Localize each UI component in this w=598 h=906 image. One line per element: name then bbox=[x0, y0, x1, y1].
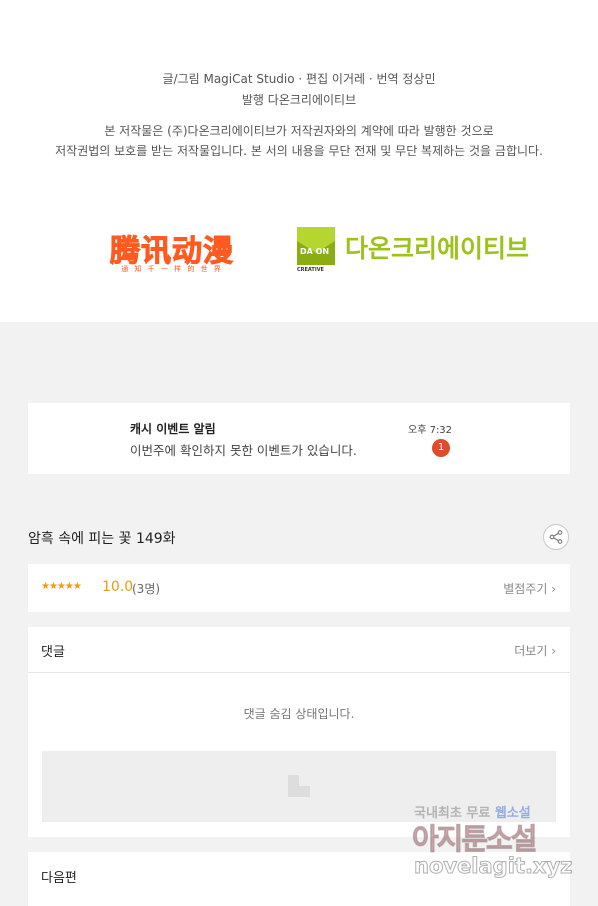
image-placeholder-icon bbox=[288, 775, 310, 797]
daon-mark-shape bbox=[297, 227, 335, 265]
rating-count: (3명) bbox=[132, 582, 161, 596]
credits-authors: 글/그림 MagiCat Studio · 편집 이거레 · 번역 정상민 bbox=[162, 72, 436, 86]
site-watermark: 국내최초 무료 웹소설 아지툰소설 novelagit.xyz bbox=[411, 798, 592, 898]
comments-label: 댓글 bbox=[41, 645, 65, 660]
daon-mark-text: DA ON bbox=[300, 247, 330, 256]
daon-logo-mark: DA ON CREATIVE bbox=[297, 227, 335, 273]
credits-publisher: 발행 다온크리에이티브 bbox=[241, 93, 357, 107]
comments-hidden-message: 댓글 숨김 상태입니다. bbox=[243, 707, 355, 721]
notification-badge: 1 bbox=[432, 439, 450, 457]
notification-time: 오후 7:32 bbox=[408, 425, 453, 436]
credits-section: 글/그림 MagiCat Studio · 편집 이거레 · 번역 정상민 발행… bbox=[0, 0, 598, 322]
tencent-comics-logo: 腾讯动漫 通 知 千 一 样 的 世 界 bbox=[106, 226, 238, 278]
daon-creative-logo: DA ON CREATIVE 다온크리에이티브 bbox=[297, 227, 557, 273]
daon-mark-subtext: CREATIVE bbox=[297, 267, 324, 273]
cash-event-notification[interactable]: 캐시 이벤트 알림 이번주에 확인하지 못한 이벤트가 있습니다. 오후 7:3… bbox=[28, 403, 570, 474]
rating-row: ★★★★★ 10.0 (3명) 별점주기 › bbox=[28, 564, 570, 612]
watermark-url: novelagit.xyz bbox=[413, 854, 573, 879]
notification-message: 이번주에 확인하지 못한 이벤트가 있습니다. bbox=[130, 443, 357, 458]
copyright-notice-2: 저작권법의 보호를 받는 저작물입니다. 본 서의 내용을 무단 전재 및 무단… bbox=[55, 144, 543, 158]
episode-title: 암흑 속에 피는 꽃 149화 bbox=[28, 531, 176, 547]
comments-header: 댓글 더보기 › bbox=[28, 627, 570, 673]
notification-title: 캐시 이벤트 알림 bbox=[130, 422, 216, 436]
watermark-site-name: 아지툰소설 bbox=[411, 822, 537, 857]
comments-more-link[interactable]: 더보기 › bbox=[514, 642, 556, 659]
rate-button[interactable]: 별점주기 › bbox=[503, 580, 556, 597]
tencent-logo-subtext: 通 知 千 一 样 的 世 界 bbox=[121, 265, 223, 273]
share-button[interactable] bbox=[543, 524, 569, 550]
next-episode-label: 다음편 bbox=[41, 871, 77, 886]
copyright-notice-1: 본 저작물은 (주)다온크리에이티브가 저작권자와의 계약에 따라 발행한 것으… bbox=[104, 124, 494, 138]
share-icon bbox=[549, 530, 563, 544]
rating-stars: ★★★★★ bbox=[41, 581, 82, 592]
rating-score: 10.0 bbox=[102, 579, 134, 595]
daon-logo-name: 다온크리에이티브 bbox=[345, 234, 530, 263]
